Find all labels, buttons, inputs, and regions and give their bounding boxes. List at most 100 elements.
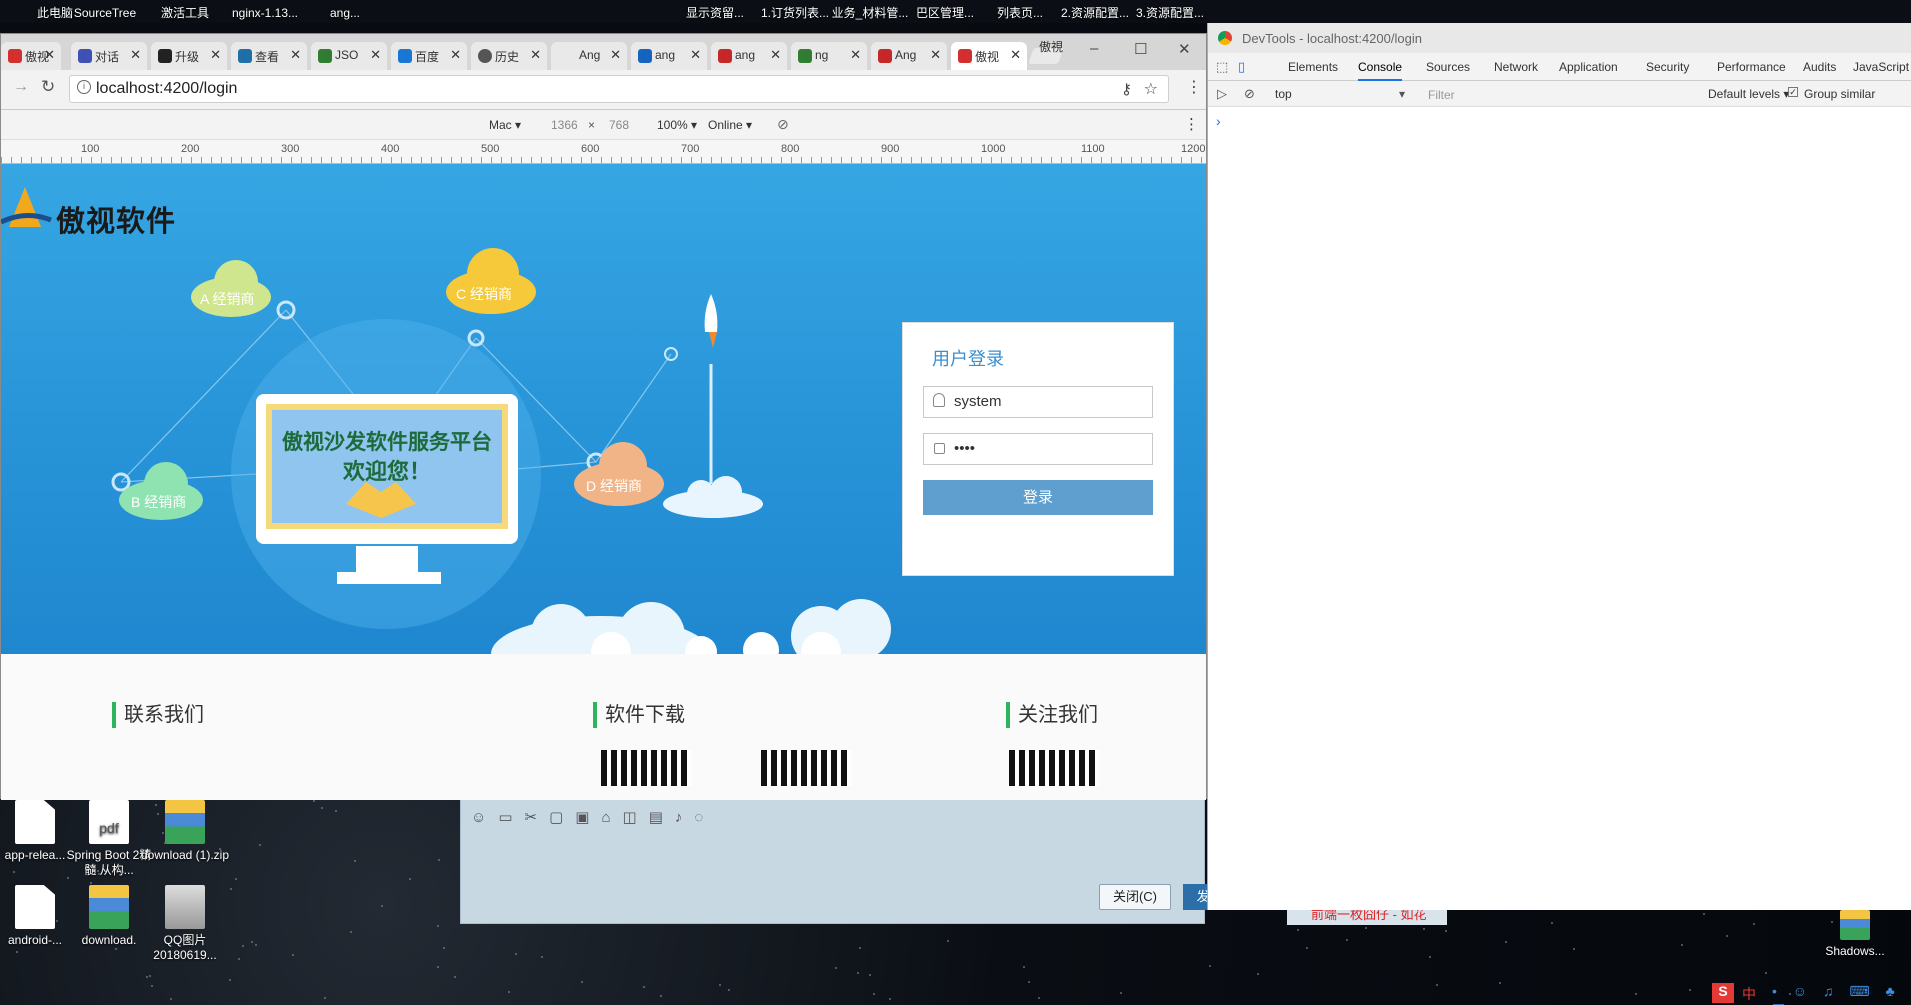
- close-icon[interactable]: ✕: [370, 47, 381, 63]
- tab-security[interactable]: Security: [1646, 60, 1689, 74]
- tray-icons[interactable]: • ☺ ♫ ⌨ ♣ ▣: [1772, 983, 1907, 1005]
- minimize-icon[interactable]: –: [1090, 40, 1098, 57]
- height-input[interactable]: 768: [609, 118, 629, 132]
- desktop-icon-sourcetree[interactable]: SourceTree: [60, 2, 150, 22]
- levels-select[interactable]: Default levels ▾: [1708, 87, 1789, 101]
- close-icon[interactable]: ✕: [770, 47, 781, 63]
- close-icon[interactable]: ✕: [450, 47, 461, 63]
- tab-network[interactable]: Network: [1494, 60, 1538, 74]
- gift-icon[interactable]: ◫: [623, 809, 649, 826]
- login-button[interactable]: 登录: [923, 480, 1153, 515]
- star: [1023, 966, 1025, 968]
- scissors-icon[interactable]: ✂: [525, 809, 550, 826]
- network-select[interactable]: Online ▾: [708, 118, 752, 132]
- close-icon[interactable]: ✕: [1010, 47, 1021, 63]
- desktop-icon-top-1[interactable]: 显示资留...: [670, 2, 760, 22]
- group-similar-checkbox[interactable]: ✓: [1788, 87, 1798, 97]
- tab-8[interactable]: Ang ✕: [551, 42, 627, 70]
- username-field[interactable]: system: [923, 386, 1153, 418]
- tab-6[interactable]: 百度 ✕: [391, 42, 467, 70]
- tab-1[interactable]: 傲视 ✕: [1, 42, 61, 70]
- key-icon[interactable]: ⚷: [1121, 80, 1132, 98]
- reload-icon[interactable]: ↻: [41, 77, 55, 97]
- desktop-icon-activation[interactable]: 激活工具: [140, 2, 230, 22]
- close-icon[interactable]: ✕: [290, 47, 301, 63]
- ime-mode[interactable]: 中: [1742, 984, 1756, 1004]
- tab-javascript[interactable]: JavaScript: [1853, 60, 1909, 74]
- tab-10[interactable]: ang ✕: [711, 42, 787, 70]
- folder-icon[interactable]: ▢: [549, 809, 575, 826]
- device-mode-icon[interactable]: ▯: [1238, 59, 1245, 75]
- image-icon[interactable]: ▣: [575, 809, 601, 826]
- star-icon[interactable]: ☆: [1144, 79, 1158, 99]
- desktop-icon-download-zip[interactable]: download (1).zip: [140, 800, 230, 863]
- close-icon[interactable]: ✕: [610, 47, 621, 63]
- gif-icon[interactable]: ▭: [498, 809, 524, 826]
- menu-icon[interactable]: ⋮: [1186, 77, 1202, 97]
- filter-input[interactable]: Filter: [1428, 88, 1455, 102]
- tab-sources[interactable]: Sources: [1426, 60, 1470, 74]
- tab-audits[interactable]: Audits: [1803, 60, 1836, 74]
- close-icon[interactable]: ✕: [210, 47, 221, 63]
- sidebar-toggle-icon[interactable]: ▷: [1217, 86, 1227, 102]
- tab-4[interactable]: 查看 ✕: [231, 42, 307, 70]
- sogou-ime-icon[interactable]: S: [1712, 983, 1734, 1003]
- desktop-icon-top-7[interactable]: 3.资源配置...: [1125, 2, 1215, 22]
- star: [350, 931, 352, 933]
- desktop-icon-label: 3.资源配置...: [1135, 6, 1204, 20]
- tab-performance[interactable]: Performance: [1717, 60, 1786, 74]
- desktop-icon-qq-photo[interactable]: QQ图片 20180619...: [140, 885, 230, 963]
- tab-12[interactable]: Ang ✕: [871, 42, 947, 70]
- tab-elements[interactable]: Elements: [1288, 60, 1338, 74]
- close-icon[interactable]: ✕: [930, 47, 941, 63]
- lock-icon: [934, 443, 945, 454]
- tab-7[interactable]: 历史 ✕: [471, 42, 547, 70]
- close-icon[interactable]: ✕: [530, 47, 541, 63]
- close-window-icon[interactable]: ✕: [1178, 40, 1191, 58]
- chat-close-button[interactable]: 关闭(C): [1099, 884, 1171, 910]
- close-icon[interactable]: ✕: [850, 47, 861, 63]
- device-menu-icon[interactable]: ⋮: [1184, 115, 1199, 133]
- clear-console-icon[interactable]: ⊘: [1244, 86, 1255, 102]
- close-icon[interactable]: ✕: [44, 47, 55, 63]
- hero-banner: 傲视软件 A 经销商 C 经销商 B 经销商 D 经销商 傲视沙发软件服务平台 …: [1, 164, 1206, 654]
- rotate-icon[interactable]: ⊘: [777, 116, 789, 133]
- desktop-icon-shadowsocks[interactable]: Shadows...: [1810, 910, 1900, 959]
- more-icon[interactable]: ◌: [694, 809, 715, 826]
- tab-2[interactable]: 对话 ✕: [71, 42, 147, 70]
- document-icon[interactable]: ▤: [649, 809, 675, 826]
- url-text: localhost:4200/login: [96, 80, 238, 97]
- desktop-icon-nginx[interactable]: nginx-1.13...: [220, 2, 310, 22]
- zoom-select[interactable]: 100% ▾: [657, 118, 697, 132]
- url-input[interactable]: i localhost:4200/login ⚷ ☆: [69, 75, 1169, 103]
- tab-5[interactable]: JSO ✕: [311, 42, 387, 70]
- dimension-separator: ×: [588, 118, 596, 132]
- bell-icon[interactable]: ♪: [675, 809, 695, 826]
- emoji-icon[interactable]: ☺: [471, 809, 498, 826]
- password-field[interactable]: ••••: [923, 433, 1153, 465]
- device-select[interactable]: Mac ▾: [489, 118, 521, 132]
- tab-13-active[interactable]: 傲视 ✕: [951, 42, 1027, 70]
- tab-3[interactable]: 升级 ✕: [151, 42, 227, 70]
- forward-icon[interactable]: →: [13, 78, 29, 96]
- footer-download-heading: 软件下载: [593, 702, 685, 728]
- shop-icon[interactable]: ⌂: [601, 809, 622, 826]
- close-icon[interactable]: ✕: [690, 47, 701, 63]
- desktop-icon-ang[interactable]: ang...: [300, 2, 390, 22]
- context-select[interactable]: top ▾: [1275, 87, 1405, 101]
- inspect-icon[interactable]: ⬚: [1216, 59, 1228, 75]
- close-icon[interactable]: ✕: [130, 47, 141, 63]
- star: [443, 947, 445, 949]
- tab-console[interactable]: Console: [1358, 60, 1403, 81]
- ruler-label: 1200: [1181, 143, 1206, 155]
- tab-9[interactable]: ang ✕: [631, 42, 707, 70]
- console-prompt[interactable]: ›: [1216, 113, 1221, 129]
- tab-application[interactable]: Application: [1559, 60, 1618, 74]
- tab-11[interactable]: ng ✕: [791, 42, 867, 70]
- maximize-icon[interactable]: ☐: [1134, 40, 1147, 58]
- star: [1423, 928, 1425, 930]
- info-icon[interactable]: i: [77, 80, 91, 94]
- star: [643, 986, 645, 988]
- star: [454, 976, 456, 978]
- width-input[interactable]: 1366: [551, 118, 578, 132]
